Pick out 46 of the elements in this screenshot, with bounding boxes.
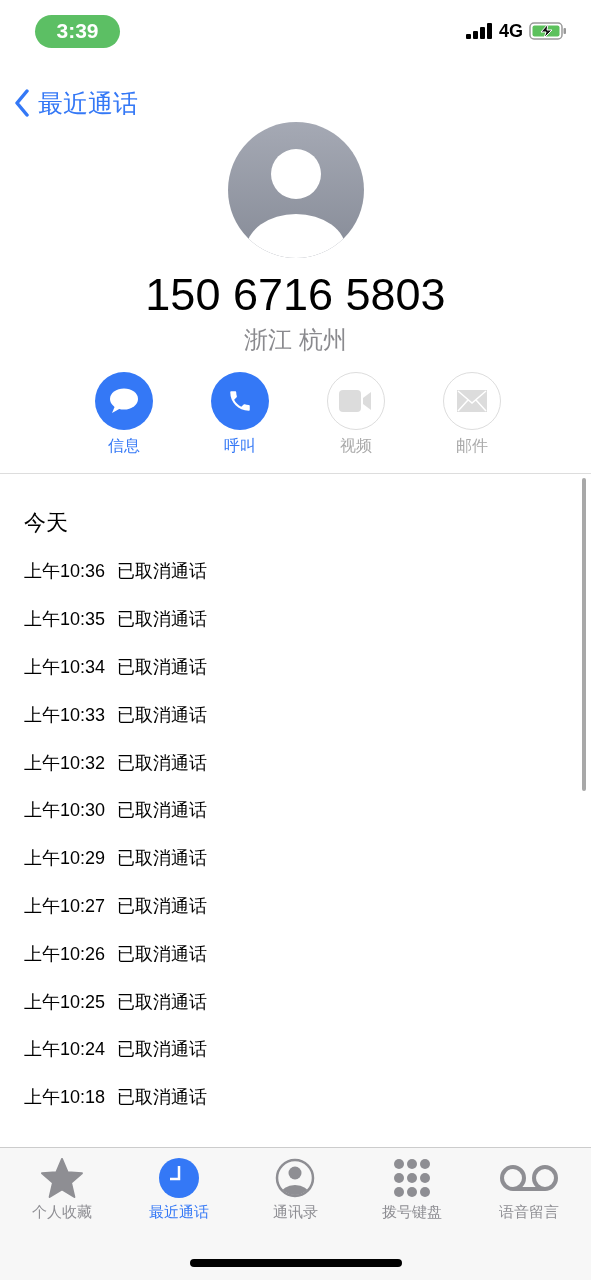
keypad-icon	[393, 1158, 432, 1198]
video-camera-icon	[338, 389, 373, 412]
tab-favorites[interactable]: 个人收藏	[7, 1158, 118, 1222]
avatar-icon	[227, 122, 364, 258]
call-status: 已取消通话	[117, 1085, 208, 1110]
person-circle-icon	[275, 1158, 316, 1198]
call-status: 已取消通话	[117, 846, 208, 871]
call-status: 已取消通话	[117, 559, 208, 584]
battery-icon	[529, 22, 567, 40]
call-time: 上午10:30	[24, 799, 106, 823]
call-status: 已取消通话	[117, 607, 208, 632]
tab-voicemail[interactable]: 语音留言	[473, 1158, 584, 1222]
day-heading: 今天	[24, 508, 69, 537]
call-status: 已取消通话	[117, 1037, 208, 1062]
call-status: 已取消通话	[117, 750, 208, 775]
call-time: 上午10:25	[24, 990, 106, 1014]
tab-keypad[interactable]: 拨号键盘	[357, 1158, 468, 1222]
call-status: 已取消通话	[117, 989, 208, 1014]
star-icon	[40, 1158, 85, 1198]
call-time: 上午10:36	[24, 560, 106, 584]
tab-contacts[interactable]: 通讯录	[240, 1158, 351, 1222]
call-status: 已取消通话	[117, 798, 208, 823]
tab-recents[interactable]: 最近通话	[123, 1158, 234, 1222]
clock-icon	[158, 1158, 199, 1198]
call-time: 上午10:24	[24, 1038, 106, 1062]
call-status: 已取消通话	[117, 702, 208, 727]
call-time: 上午10:26	[24, 942, 106, 966]
call-time: 上午10:27	[24, 894, 106, 918]
call-time: 上午10:29	[24, 847, 106, 871]
chevron-icon	[14, 89, 30, 117]
call-time: 上午10:18	[24, 1086, 106, 1110]
network-label: 4G	[499, 20, 523, 42]
call-status: 已取消通话	[117, 893, 208, 918]
status-time: 3:39	[35, 14, 120, 48]
call-status: 已取消通话	[117, 655, 208, 679]
speech-bubble-icon	[107, 386, 140, 415]
call-time: 上午10:32	[24, 751, 106, 775]
call-status: 已取消通话	[117, 941, 208, 966]
call-time: 上午10:35	[24, 608, 106, 632]
back-button[interactable]: 最近通话	[14, 86, 138, 120]
location-label: 浙江 杭州	[243, 324, 348, 356]
call-time: 上午10:33	[24, 703, 106, 727]
envelope-icon	[456, 389, 487, 412]
call-time: 上午10:34	[24, 656, 106, 679]
phone-number: 150 6716 5803	[145, 270, 446, 320]
signal-icon	[466, 23, 493, 39]
